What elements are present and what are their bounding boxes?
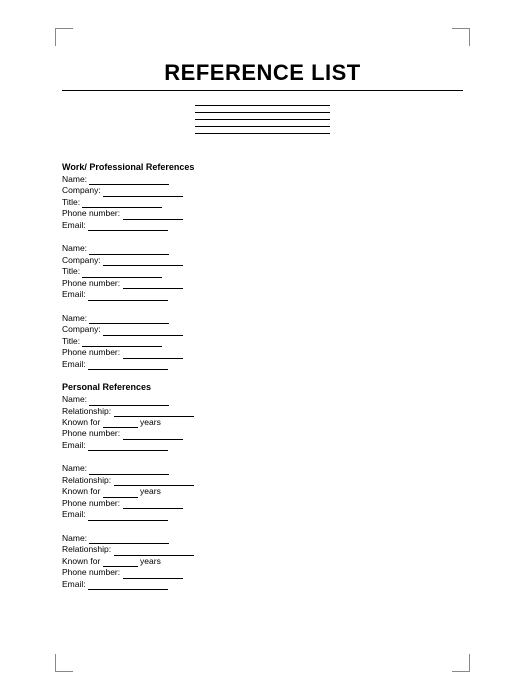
label-name: Name: [62,533,87,543]
blank-line [89,177,169,185]
blank-line [89,398,169,406]
blank-line [103,559,138,567]
blank-line [123,281,183,289]
label-email: Email: [62,289,86,299]
label-known-suffix: years [140,417,161,427]
label-known-prefix: Known for [62,486,100,496]
label-title: Title: [62,266,80,276]
label-phone: Phone number: [62,567,120,577]
label-phone: Phone number: [62,428,120,438]
blank-line [123,212,183,220]
label-name: Name: [62,463,87,473]
blank-line [82,200,162,208]
work-reference-entry: Name: Company: Title: Phone number: Emai… [62,313,463,370]
blank-line [123,351,183,359]
personal-section-heading: Personal References [62,382,463,392]
label-relationship: Relationship: [62,406,111,416]
blank-line [103,328,183,336]
header-line [195,105,330,106]
personal-reference-entry: Name: Relationship: Known for years Phon… [62,533,463,590]
label-name: Name: [62,174,87,184]
blank-line [89,316,169,324]
label-known-prefix: Known for [62,417,100,427]
header-line [195,133,330,134]
header-fill-lines [62,105,463,134]
blank-line [114,409,194,417]
blank-line [89,467,169,475]
label-email: Email: [62,359,86,369]
blank-line [88,293,168,301]
blank-line [82,270,162,278]
label-email: Email: [62,220,86,230]
label-phone: Phone number: [62,208,120,218]
blank-line [103,189,183,197]
blank-line [103,420,138,428]
header-line [195,119,330,120]
blank-line [89,247,169,255]
blank-line [114,548,194,556]
crop-mark-bottom-right [452,654,470,672]
label-phone: Phone number: [62,347,120,357]
label-relationship: Relationship: [62,544,111,554]
blank-line [103,490,138,498]
label-relationship: Relationship: [62,475,111,485]
page-title: REFERENCE LIST [62,60,463,86]
page-content: REFERENCE LIST Work/ Professional Refere… [62,60,463,602]
work-reference-entry: Name: Company: Title: Phone number: Emai… [62,174,463,231]
blank-line [88,443,168,451]
label-name: Name: [62,243,87,253]
label-title: Title: [62,336,80,346]
blank-line [123,571,183,579]
crop-mark-top-left [55,28,73,46]
blank-line [88,362,168,370]
personal-reference-entry: Name: Relationship: Known for years Phon… [62,463,463,520]
label-phone: Phone number: [62,498,120,508]
blank-line [88,513,168,521]
blank-line [114,478,194,486]
crop-mark-bottom-left [55,654,73,672]
blank-line [123,501,183,509]
label-company: Company: [62,185,101,195]
label-title: Title: [62,197,80,207]
blank-line [88,223,168,231]
blank-line [103,258,183,266]
label-name: Name: [62,394,87,404]
blank-line [82,339,162,347]
work-reference-entry: Name: Company: Title: Phone number: Emai… [62,243,463,300]
label-company: Company: [62,324,101,334]
work-section-heading: Work/ Professional References [62,162,463,172]
crop-mark-top-right [452,28,470,46]
blank-line [89,536,169,544]
label-name: Name: [62,313,87,323]
header-line [195,112,330,113]
label-email: Email: [62,509,86,519]
blank-line [88,582,168,590]
label-email: Email: [62,440,86,450]
label-company: Company: [62,255,101,265]
label-email: Email: [62,579,86,589]
label-known-suffix: years [140,556,161,566]
label-known-suffix: years [140,486,161,496]
title-underline [62,90,463,91]
personal-reference-entry: Name: Relationship: Known for years Phon… [62,394,463,451]
header-line [195,126,330,127]
label-known-prefix: Known for [62,556,100,566]
label-phone: Phone number: [62,278,120,288]
blank-line [123,432,183,440]
